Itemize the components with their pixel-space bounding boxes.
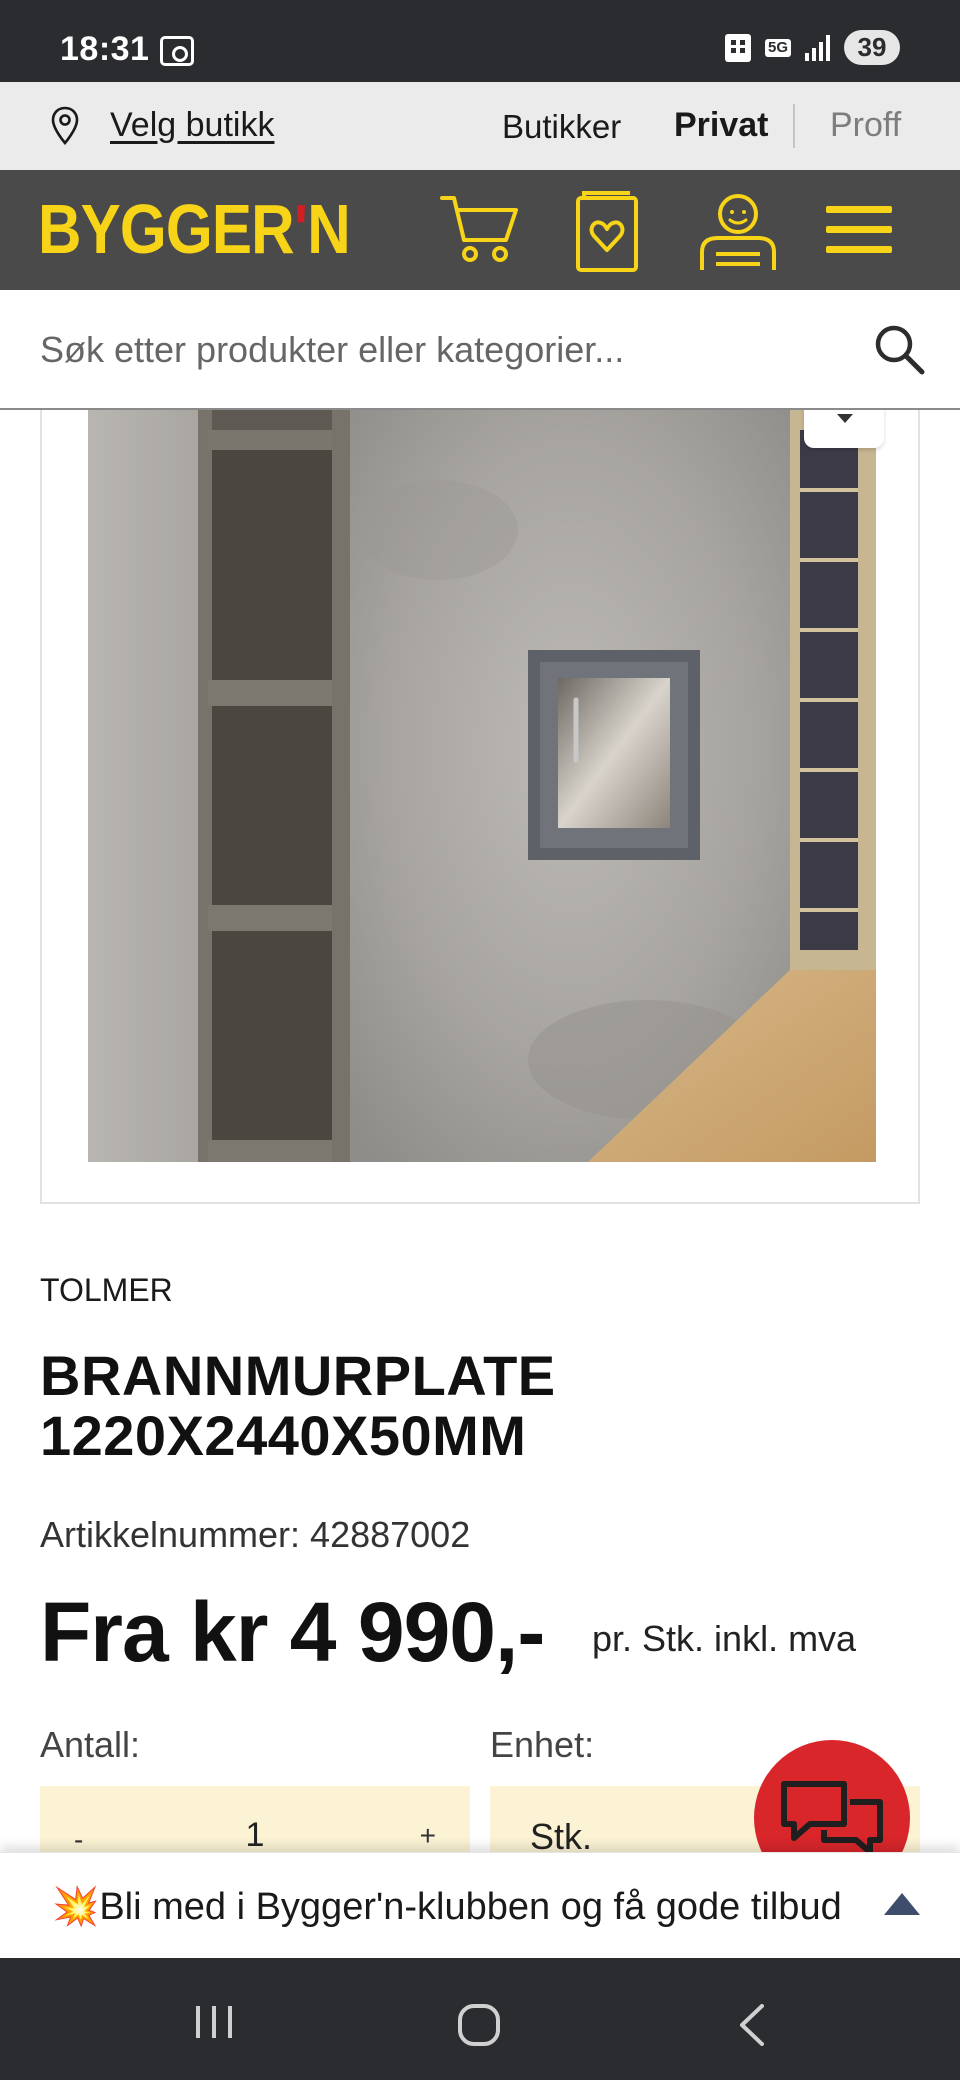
nav-divider [793, 104, 795, 148]
product-image-frame [40, 410, 920, 1204]
product-brand[interactable]: TOLMER [40, 1272, 173, 1309]
club-banner-text: 💥Bli med i Bygger'n-klubben og få gode t… [52, 1886, 842, 1928]
wishlist-icon[interactable] [574, 190, 642, 274]
logo-text-main: BYGGER [38, 190, 295, 268]
cart-icon[interactable] [438, 190, 522, 270]
top-links-bar: Velg butikk Butikker Privat Proff [0, 82, 960, 170]
search-icon[interactable] [870, 320, 930, 380]
site-header: BYGGER'N [0, 170, 960, 290]
favorite-toggle[interactable] [804, 410, 884, 448]
product-price: Fra kr 4 990,- [40, 1585, 545, 1679]
price-suffix: pr. Stk. inkl. mva [592, 1618, 857, 1659]
club-banner[interactable]: 💥Bli med i Bygger'n-klubben og få gode t… [0, 1852, 960, 1958]
nav-proff[interactable]: Proff [830, 106, 901, 145]
product-sku: Artikkelnummer: 42887002 [40, 1514, 471, 1555]
network-type: 5G [764, 38, 791, 57]
signal-icon [805, 34, 830, 61]
home-icon[interactable] [456, 2002, 502, 2048]
system-nav-bar [0, 1958, 960, 2080]
product-title: BRANNMURPLATE 1220X2440X50MM [40, 1344, 556, 1467]
building-icon [724, 33, 751, 62]
quantity-value[interactable]: 1 [240, 1816, 270, 1855]
product-image[interactable] [88, 410, 876, 1162]
status-icons: 5G 39 [724, 30, 900, 65]
expand-arrow-icon[interactable] [884, 1893, 920, 1915]
unit-label: Enhet: [490, 1724, 595, 1765]
status-bar: 18:31 5G 39 [0, 0, 960, 82]
battery-level: 39 [844, 30, 900, 65]
recent-apps-icon[interactable] [192, 2002, 236, 2042]
search-input[interactable] [40, 316, 840, 384]
quantity-label: Antall: [40, 1724, 141, 1765]
user-icon[interactable] [696, 190, 780, 274]
back-icon[interactable] [734, 2002, 770, 2048]
nav-butikker[interactable]: Butikker [502, 108, 621, 146]
select-store-link[interactable]: Velg butikk [110, 106, 274, 145]
search-bar [0, 290, 960, 410]
menu-icon[interactable] [826, 204, 892, 256]
screenshot-icon [160, 36, 194, 66]
byggern-logo[interactable]: BYGGER'N [38, 194, 351, 264]
logo-apostrophe: ' [293, 190, 308, 268]
location-pin-icon[interactable] [50, 106, 80, 146]
increase-quantity-button[interactable]: + [420, 1820, 436, 1852]
nav-privat[interactable]: Privat [674, 106, 769, 145]
logo-text-end: N [307, 190, 350, 268]
status-time: 18:31 [60, 30, 150, 68]
